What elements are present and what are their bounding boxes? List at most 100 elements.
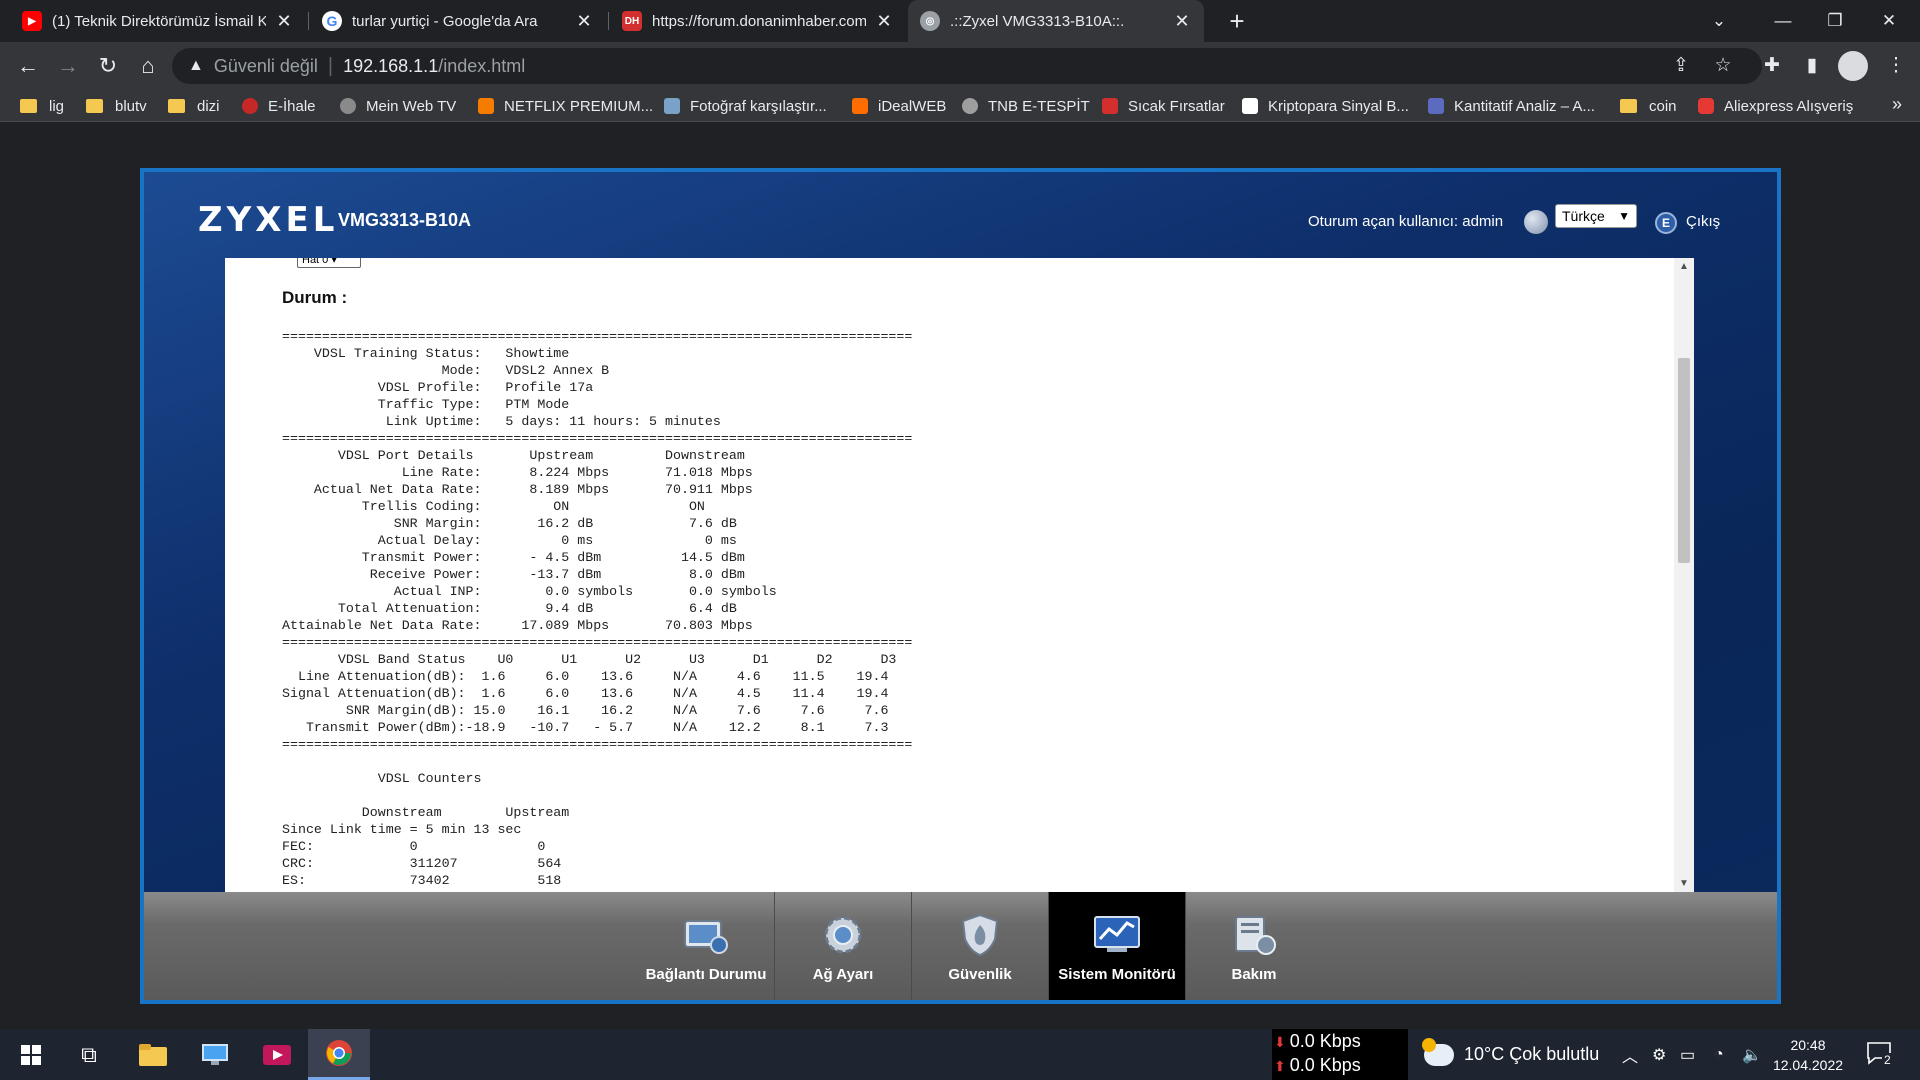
tab-google[interactable]: G turlar yurtiçi - Google'da Ara ✕	[310, 0, 606, 42]
net-down-value: 0.0 Kbps	[1289, 1031, 1361, 1051]
side-panel-icon[interactable]: ▮	[1796, 50, 1828, 82]
bookmark-item[interactable]: Aliexpress Alışveriş	[1698, 94, 1853, 118]
eihale-icon	[242, 98, 258, 114]
model-name: VMG3313-B10A	[338, 210, 472, 230]
bookmark-label: Kriptopara Sinyal B...	[1268, 97, 1409, 115]
tab-strip: ▶ (1) Teknik Direktörümüz İsmail Ka ✕ G …	[0, 0, 1920, 42]
tab-search-icon[interactable]: ⌄	[1694, 0, 1744, 42]
nav-connection-status[interactable]: Bağlantı Durumu	[638, 892, 774, 1000]
tab-close-icon[interactable]: ✕	[1172, 11, 1192, 32]
clock-date: 12.04.2022	[1772, 1057, 1844, 1073]
close-window-button[interactable]: ✕	[1864, 0, 1914, 42]
folder-icon	[168, 99, 185, 113]
tab-title: https://forum.donanimhaber.com	[652, 12, 866, 30]
share-icon[interactable]: ⇪	[1665, 50, 1697, 82]
nav-maintenance[interactable]: Bakım	[1186, 892, 1322, 1000]
notification-center-icon[interactable]: 2	[1866, 1041, 1896, 1067]
more-bookmarks-button[interactable]: »	[1892, 94, 1902, 115]
bookmark-label: Mein Web TV	[366, 97, 457, 115]
scroll-thumb[interactable]	[1678, 358, 1690, 563]
logout-icon[interactable]: E	[1655, 212, 1677, 234]
new-tab-button[interactable]: +	[1222, 6, 1252, 36]
computer-icon[interactable]	[184, 1029, 246, 1080]
address-bar[interactable]: ▲ Güvenli değil | 192.168.1.1 /index.htm…	[172, 48, 1762, 84]
bookmark-item[interactable]: dizi	[168, 94, 220, 118]
folder-icon	[1620, 99, 1637, 113]
language-select[interactable]: Türkçe ▼	[1555, 204, 1637, 228]
warning-icon[interactable]: ▲	[188, 57, 204, 75]
home-button[interactable]: ⌂	[132, 50, 164, 82]
tab-zyxel[interactable]: ◎ .::Zyxel VMG3313-B10A::. ✕	[908, 0, 1204, 42]
start-button[interactable]	[0, 1029, 62, 1080]
language-globe-icon	[1524, 210, 1548, 234]
tab-youtube[interactable]: ▶ (1) Teknik Direktörümüz İsmail Ka ✕	[10, 0, 306, 42]
nav-network-settings[interactable]: Ağ Ayarı	[775, 892, 911, 1000]
file-explorer-icon[interactable]	[122, 1029, 184, 1080]
user-name: admin	[1462, 213, 1504, 230]
bookmark-label: E-İhale	[268, 97, 316, 115]
tray-app-icon[interactable]: ⚙	[1652, 1029, 1666, 1080]
upload-arrow-icon: ⬆	[1274, 1058, 1286, 1074]
task-view-icon[interactable]: ⧉	[58, 1029, 120, 1080]
avatar[interactable]	[1838, 51, 1868, 81]
windows-logo-icon	[21, 1044, 41, 1065]
bookmark-item[interactable]: lig	[20, 94, 64, 118]
router-frame: ZYXEL VMG3313-B10A Oturum açan kullanıcı…	[140, 168, 1781, 1004]
photo-icon	[664, 98, 680, 114]
page-viewport: ZYXEL VMG3313-B10A Oturum açan kullanıcı…	[0, 123, 1920, 1029]
bookmark-item[interactable]: Mein Web TV	[340, 94, 456, 118]
nav-security[interactable]: Güvenlik	[912, 892, 1048, 1000]
youtube-icon: ▶	[22, 11, 42, 31]
media-player-icon[interactable]	[246, 1029, 308, 1080]
webtv-icon	[340, 98, 356, 114]
tab-close-icon[interactable]: ✕	[274, 11, 294, 32]
menu-kebab-icon[interactable]: ⋮	[1880, 50, 1912, 82]
bookmark-item[interactable]: TNB E-TESPİT	[962, 94, 1090, 118]
network-settings-icon	[819, 914, 867, 956]
weather-widget[interactable]: 10°C Çok bulutlu	[1422, 1029, 1599, 1080]
restore-button[interactable]: ❐	[1810, 0, 1860, 42]
bookmark-label: Sıcak Fırsatlar	[1128, 97, 1225, 115]
bookmark-label: coin	[1649, 97, 1677, 115]
wifi-icon[interactable]: ◔	[1714, 1029, 1724, 1080]
bookmark-item[interactable]: Fotoğraf karşılaştır...	[664, 94, 827, 118]
show-hidden-icons-icon[interactable]: ︿	[1622, 1029, 1638, 1080]
bookmark-item[interactable]: iDealWEB	[852, 94, 946, 118]
nav-label: Bakım	[1231, 966, 1277, 983]
minimize-button[interactable]: —	[1758, 0, 1808, 42]
net-up-value: 0.0 Kbps	[1289, 1055, 1361, 1075]
bookmark-item[interactable]: blutv	[86, 94, 147, 118]
tv-icon	[1242, 98, 1258, 114]
tab-donanimhaber[interactable]: DH https://forum.donanimhaber.com ✕	[610, 0, 906, 42]
bookmark-item[interactable]: Sıcak Fırsatlar	[1102, 94, 1225, 118]
line-select[interactable]: Hat 0 ▾	[297, 258, 361, 268]
nav-label: Güvenlik	[948, 966, 1012, 983]
forward-button[interactable]: →	[52, 50, 84, 82]
battery-icon[interactable]: ▭	[1680, 1029, 1695, 1080]
nav-system-monitor[interactable]: Sistem Monitörü	[1049, 892, 1185, 1000]
bookmark-star-icon[interactable]: ☆	[1707, 50, 1739, 82]
bookmark-item[interactable]: coin	[1620, 94, 1677, 118]
url-path: /index.html	[438, 55, 526, 76]
tab-separator	[608, 12, 609, 30]
volume-icon[interactable]: 🔈	[1742, 1029, 1762, 1080]
extensions-icon[interactable]: ✚	[1756, 50, 1788, 82]
bookmark-item[interactable]: Kantitatif Analiz – A...	[1428, 94, 1595, 118]
scroll-down-icon[interactable]: ▼	[1674, 875, 1694, 892]
chart-icon	[1428, 98, 1444, 114]
security-label[interactable]: Güvenli değil	[214, 56, 318, 77]
content-scrollbar[interactable]: ▲ ▼	[1674, 258, 1694, 892]
taskbar-clock[interactable]: 20:48 12.04.2022	[1772, 1035, 1844, 1075]
security-icon	[956, 913, 1004, 957]
bookmark-item[interactable]: Kriptopara Sinyal B...	[1242, 94, 1409, 118]
chrome-taskbar-icon[interactable]	[308, 1029, 370, 1080]
scroll-up-icon[interactable]: ▲	[1674, 258, 1694, 275]
tab-close-icon[interactable]: ✕	[574, 11, 594, 32]
tab-close-icon[interactable]: ✕	[874, 11, 894, 32]
logout-link[interactable]: Çıkış	[1686, 213, 1720, 230]
bookmark-item[interactable]: E-İhale	[242, 94, 316, 118]
back-button[interactable]: ←	[12, 50, 44, 82]
bookmark-label: iDealWEB	[878, 97, 947, 115]
reload-button[interactable]: ↻	[92, 50, 124, 82]
bookmark-item[interactable]: NETFLIX PREMIUM...	[478, 94, 653, 118]
